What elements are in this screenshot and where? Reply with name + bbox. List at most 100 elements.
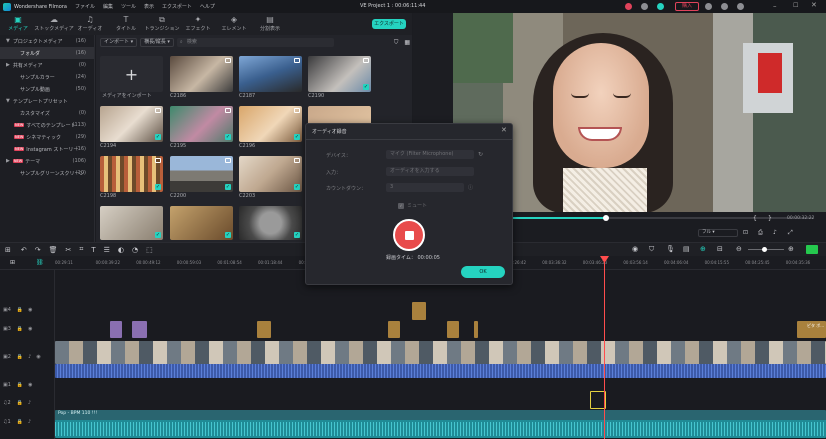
zoom-slider-handle[interactable] [762, 247, 767, 252]
maximize-icon[interactable]: ☐ [793, 2, 798, 9]
pip-icon[interactable]: ⊟ [717, 245, 723, 253]
text-edit-icon[interactable]: T [91, 246, 95, 254]
tab-media[interactable]: ▣ メディア [0, 13, 36, 35]
sidebar-item-template-presets[interactable]: ▼ テンプレートプリセット [0, 95, 94, 107]
tab-transitions[interactable]: ⧉ トランジション [144, 13, 180, 35]
render-icon[interactable]: ◉ [632, 245, 638, 253]
eye-icon[interactable]: ◉ [28, 326, 32, 332]
bulb-icon[interactable] [641, 3, 648, 10]
media-thumbnail-c2190[interactable]: ✓ [308, 56, 371, 92]
device-select[interactable]: マイク (Filter Microphone) [386, 150, 474, 159]
quality-dropdown[interactable]: フル ▾ [698, 229, 738, 237]
layout-icon[interactable]: ⊞ [5, 246, 11, 254]
notification-icon[interactable] [625, 3, 632, 10]
tab-effects[interactable]: ✦ エフェクト [180, 13, 216, 35]
orientation-dropdown[interactable]: 横長/縦長 ▾ [140, 38, 174, 47]
cut-icon[interactable]: ✂ [66, 246, 72, 254]
add-track-icon[interactable]: ⊞ [10, 259, 15, 266]
media-thumbnail-row4-1[interactable]: ✓ [100, 206, 163, 240]
menu-help[interactable]: ヘルプ [200, 3, 215, 10]
marker-icon[interactable]: ⛉ [649, 245, 654, 254]
stop-record-button[interactable] [393, 219, 425, 251]
media-thumbnail-c2196[interactable]: ✓ [239, 106, 302, 142]
audio-meter-icon[interactable] [806, 245, 818, 254]
media-thumbnail-c2194[interactable]: ✓ [100, 106, 163, 142]
import-dropdown[interactable]: インポート ▾ [100, 38, 138, 47]
snapshot-icon[interactable]: ⎙ [758, 229, 763, 237]
sidebar-item-all-templates[interactable]: NEW すべてのテンプレート (113) [0, 119, 94, 131]
main-video-clip[interactable] [55, 341, 826, 364]
lock-icon[interactable]: 🔒 [17, 354, 23, 360]
media-thumbnail-c2200[interactable]: ✓ [170, 156, 233, 192]
sidebar-item-shared-media[interactable]: ▶ 共有メディア (0) [0, 59, 94, 71]
sidebar-item-sample-videos[interactable]: サンプル動画 (50) [0, 83, 94, 95]
menu-export[interactable]: エクスポート [162, 3, 192, 10]
menu-edit[interactable]: 編集 [103, 3, 113, 10]
lock-icon[interactable]: 🔒 [17, 307, 23, 313]
sidebar-item-cinematic[interactable]: NEW シネマティック (29) [0, 131, 94, 143]
lock-icon[interactable]: 🔒 [17, 419, 23, 425]
title-clip[interactable] [110, 321, 122, 338]
preview-progress-handle[interactable] [603, 215, 609, 221]
sidebar-item-project-media[interactable]: ▼ プロジェクトメディア (16) [0, 35, 94, 47]
menu-view[interactable]: 表示 [144, 3, 154, 10]
import-media-tile[interactable]: + [100, 56, 163, 92]
media-thumbnail-c2203[interactable]: ✓ [239, 156, 302, 192]
volume-icon[interactable]: ♪ [773, 229, 777, 236]
tab-titles[interactable]: T タイトル [108, 13, 144, 35]
lock-icon[interactable]: 🔒 [17, 326, 23, 332]
media-thumbnail-c2198[interactable]: ✓ [100, 156, 163, 192]
media-thumbnail-row4-2[interactable]: ✓ [170, 206, 233, 240]
fullscreen-preview-icon[interactable]: ⊡ [743, 229, 748, 236]
main-video-audio-waveform[interactable] [55, 364, 826, 378]
sticker-clip[interactable] [388, 321, 400, 338]
menu-file[interactable]: ファイル [75, 3, 95, 10]
mute-checkbox[interactable]: ✓ [398, 202, 404, 209]
playhead[interactable] [604, 256, 605, 439]
sticker-clip[interactable] [447, 321, 459, 338]
sidebar-item-sample-colors[interactable]: サンプルカラー (24) [0, 71, 94, 83]
title-clip[interactable] [132, 321, 147, 338]
adjust-icon[interactable]: ☰ [104, 246, 110, 254]
media-thumbnail-c2187[interactable] [239, 56, 302, 92]
ai-icon[interactable]: ⊕ [700, 245, 706, 253]
input-select[interactable]: オーディオを入力する [386, 167, 474, 176]
zoom-out-icon[interactable]: ⊖ [736, 245, 742, 253]
save-icon[interactable] [721, 3, 728, 10]
buy-button[interactable]: 購入 [675, 2, 699, 11]
undo-icon[interactable]: ↶ [21, 246, 27, 254]
search-input[interactable]: ⌕ 検索 [176, 38, 334, 47]
mute-icon[interactable]: ♪ [28, 400, 31, 406]
eye-icon[interactable]: ◉ [36, 354, 40, 360]
refresh-icon[interactable]: ↻ [478, 151, 483, 158]
microphone-icon[interactable]: 🎙 [666, 245, 675, 253]
sidebar-item-folder[interactable]: フォルダ (16) [0, 47, 94, 59]
mark-out-icon[interactable]: } [768, 215, 772, 222]
tab-split-screen[interactable]: ▤ 分割表示 [252, 13, 288, 35]
media-thumbnail-c2186[interactable] [170, 56, 233, 92]
mark-in-icon[interactable]: { [753, 215, 757, 222]
crop-icon[interactable]: ⌗ [79, 245, 83, 254]
speed-icon[interactable]: ◔ [132, 246, 138, 254]
export-button[interactable]: エクスポート [372, 19, 406, 29]
eye-icon[interactable]: ◉ [28, 307, 32, 313]
audio-clip[interactable]: Pop - BPM 110 !!! [55, 410, 826, 438]
sticker-clip[interactable] [257, 321, 271, 338]
mute-icon[interactable]: ♪ [28, 354, 31, 360]
dialog-close-icon[interactable]: ✕ [501, 126, 507, 134]
minimize-icon[interactable]: – [773, 2, 777, 10]
sidebar-item-green-screen[interactable]: サンプルグリーンスクリーン (10) [0, 167, 94, 179]
expand-icon[interactable]: ⤢ [788, 229, 793, 237]
ok-button[interactable]: OK [461, 266, 505, 278]
delete-icon[interactable]: 🗑 [49, 246, 58, 254]
lock-icon[interactable]: 🔒 [17, 400, 23, 406]
mask-icon[interactable]: ⬚ [146, 246, 153, 254]
sidebar-item-instagram-stories[interactable]: NEW Instagram ストーリー (16) [0, 143, 94, 155]
close-icon[interactable]: ✕ [811, 1, 817, 9]
support-icon[interactable] [657, 3, 664, 10]
color-icon[interactable]: ◐ [118, 246, 124, 254]
menu-tools[interactable]: ツール [121, 3, 136, 10]
link-icon[interactable]: ⛓ [36, 259, 44, 266]
zoom-in-icon[interactable]: ⊕ [788, 245, 794, 253]
lock-icon[interactable]: 🔒 [17, 382, 23, 388]
